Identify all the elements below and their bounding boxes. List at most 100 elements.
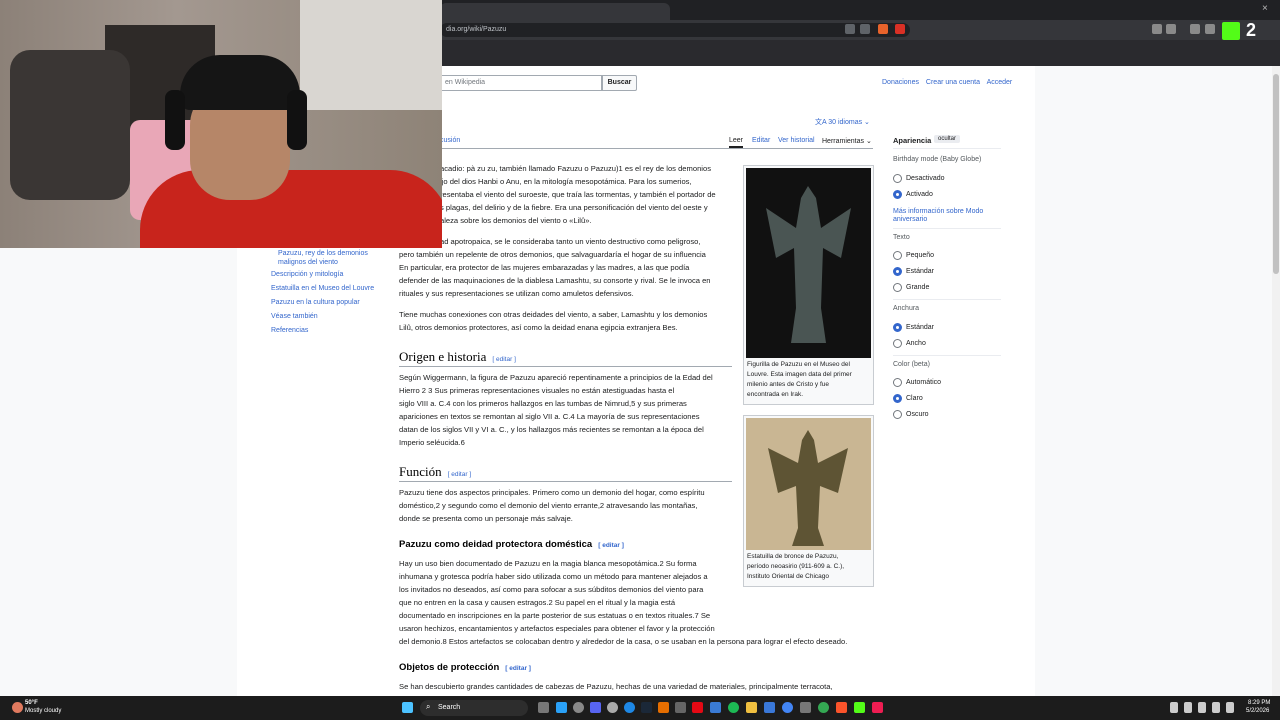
- user-links: Donaciones Crear una cuenta Acceder: [882, 79, 1017, 86]
- volume-icon[interactable]: [1226, 702, 1234, 713]
- webcam-overlay: [0, 0, 442, 248]
- scrollbar-thumb[interactable]: [1273, 74, 1279, 274]
- sidebar-icon[interactable]: [1205, 24, 1215, 34]
- weather-icon: [12, 702, 23, 713]
- network-icon[interactable]: [1212, 702, 1220, 713]
- radio-color-light[interactable]: [893, 394, 902, 403]
- steam-icon[interactable]: [641, 702, 652, 713]
- app-icon[interactable]: [556, 702, 567, 713]
- tools-menu[interactable]: Herramientas ⌄: [822, 137, 872, 145]
- bookmark-icon[interactable]: [860, 24, 870, 34]
- figure-caption: Figurilla de Pazuzu en el Museo del Louvr…: [747, 361, 852, 398]
- discord-icon[interactable]: [590, 702, 601, 713]
- radio-text-small[interactable]: [893, 251, 902, 260]
- radio-text-standard[interactable]: [893, 267, 902, 276]
- file-explorer-icon[interactable]: [746, 702, 757, 713]
- app-icon[interactable]: [573, 702, 584, 713]
- radio-width-wide[interactable]: [893, 339, 902, 348]
- tab-read[interactable]: Leer: [729, 137, 744, 148]
- scrollbar[interactable]: [1272, 66, 1280, 696]
- login-link[interactable]: Acceder: [987, 79, 1013, 86]
- language-count: 30 idiomas: [828, 119, 863, 126]
- donate-link[interactable]: Donaciones: [882, 79, 919, 86]
- statue-silhouette: [766, 186, 851, 343]
- edit-link[interactable]: [ editar ]: [448, 471, 472, 478]
- heading-objetos: Objetos de protección[ editar ]: [399, 662, 531, 673]
- edge-icon[interactable]: [624, 702, 635, 713]
- clock-time[interactable]: 8:29 PM: [1248, 700, 1270, 706]
- radio-color-dark[interactable]: [893, 410, 902, 419]
- pazuzu-bronze-image[interactable]: [746, 418, 871, 550]
- browser-tab[interactable]: [440, 3, 670, 20]
- toc-item-rey[interactable]: Pazuzu, rey de los demonios malignos del …: [278, 249, 368, 267]
- red-shirt: [140, 170, 442, 248]
- extension-icon[interactable]: [1152, 24, 1162, 34]
- heading-funcion: Función[ editar ]: [399, 464, 472, 479]
- search-button[interactable]: Buscar: [602, 75, 637, 91]
- kick-icon[interactable]: [854, 702, 865, 713]
- radio-label: Oscuro: [906, 411, 929, 418]
- music-icon[interactable]: [1190, 24, 1200, 34]
- url-field[interactable]: dia.org/wiki/Pazuzu: [440, 23, 910, 37]
- headphones: [287, 90, 307, 150]
- extension-icon[interactable]: [1166, 24, 1176, 34]
- task-view-icon[interactable]: [538, 702, 549, 713]
- netflix-icon[interactable]: [692, 702, 703, 713]
- toc-item-cultura[interactable]: Pazuzu en la cultura popular: [271, 298, 360, 307]
- hide-button[interactable]: ocultar: [934, 135, 961, 143]
- search-input[interactable]: en Wikipedia: [440, 75, 602, 91]
- create-account-link[interactable]: Crear una cuenta: [926, 79, 980, 86]
- brave-icon[interactable]: [836, 702, 847, 713]
- window: [300, 0, 442, 110]
- paragraph-3: Tiene muchas conexiones con otras deidad…: [399, 310, 708, 332]
- color-label: Color (beta): [893, 361, 930, 368]
- translate-icon[interactable]: [845, 24, 855, 34]
- radio-width-standard[interactable]: [893, 323, 902, 332]
- language-icon: 文A: [815, 119, 829, 126]
- windows-start-icon[interactable]: [402, 702, 413, 713]
- app-icon[interactable]: [764, 702, 775, 713]
- tray-chevron-icon[interactable]: [1170, 702, 1178, 713]
- toc-item-vease[interactable]: Véase también: [271, 312, 318, 321]
- pazuzu-statue-image[interactable]: [746, 168, 871, 358]
- radio-color-auto[interactable]: [893, 378, 902, 387]
- weather-desc: Mostly cloudy: [25, 708, 62, 714]
- brave-shields-icon[interactable]: [878, 24, 888, 34]
- app-icon[interactable]: [658, 702, 669, 713]
- obs-icon[interactable]: [607, 702, 618, 713]
- edit-link[interactable]: [ editar ]: [492, 356, 516, 363]
- more-info-link[interactable]: Más información sobre Modo aniversario: [893, 208, 983, 224]
- clock-date[interactable]: 5/2/2026: [1246, 708, 1269, 714]
- radio-birthday-on[interactable]: [893, 190, 902, 199]
- tray-icon[interactable]: [1198, 702, 1206, 713]
- spotify-icon[interactable]: [728, 702, 739, 713]
- window-close-button[interactable]: ×: [1262, 4, 1272, 14]
- radio-birthday-off[interactable]: [893, 174, 902, 183]
- edit-link[interactable]: [ editar ]: [505, 665, 531, 672]
- tab-edit[interactable]: Editar: [752, 137, 770, 144]
- objetos-paragraph: Se han descubierto grandes cantidades de…: [399, 682, 833, 691]
- tab-discussion[interactable]: cusión: [440, 137, 460, 144]
- divider: [893, 228, 1001, 229]
- tiktok-icon[interactable]: [872, 702, 883, 713]
- heading-rule: [399, 481, 732, 482]
- tab-history[interactable]: Ver historial: [778, 137, 815, 144]
- toc-item-referencias[interactable]: Referencias: [271, 326, 308, 335]
- divider: [893, 355, 1001, 356]
- paragraph-2-first-line: ad apotropaica, se le consideraba tanto …: [440, 237, 701, 246]
- toc-item-louvre[interactable]: Estatuilla en el Museo del Louvre: [271, 284, 374, 293]
- toc-item-descripcion[interactable]: Descripción y mitología: [271, 270, 343, 279]
- rewards-icon[interactable]: [895, 24, 905, 34]
- app-icon[interactable]: [710, 702, 721, 713]
- tray-icon[interactable]: [1184, 702, 1192, 713]
- chrome-icon[interactable]: [782, 702, 793, 713]
- app-icon[interactable]: [818, 702, 829, 713]
- language-button[interactable]: 文A 30 idiomas ⌄: [815, 117, 870, 127]
- taskbar-search[interactable]: ⌕ Search: [420, 700, 528, 716]
- heading-rule: [399, 366, 732, 367]
- app-icon[interactable]: [800, 702, 811, 713]
- app-icon[interactable]: [675, 702, 686, 713]
- edit-link[interactable]: [ editar ]: [598, 542, 624, 549]
- figure-louvre: Figurilla de Pazuzu en el Museo del Louvr…: [743, 165, 874, 405]
- radio-text-large[interactable]: [893, 283, 902, 292]
